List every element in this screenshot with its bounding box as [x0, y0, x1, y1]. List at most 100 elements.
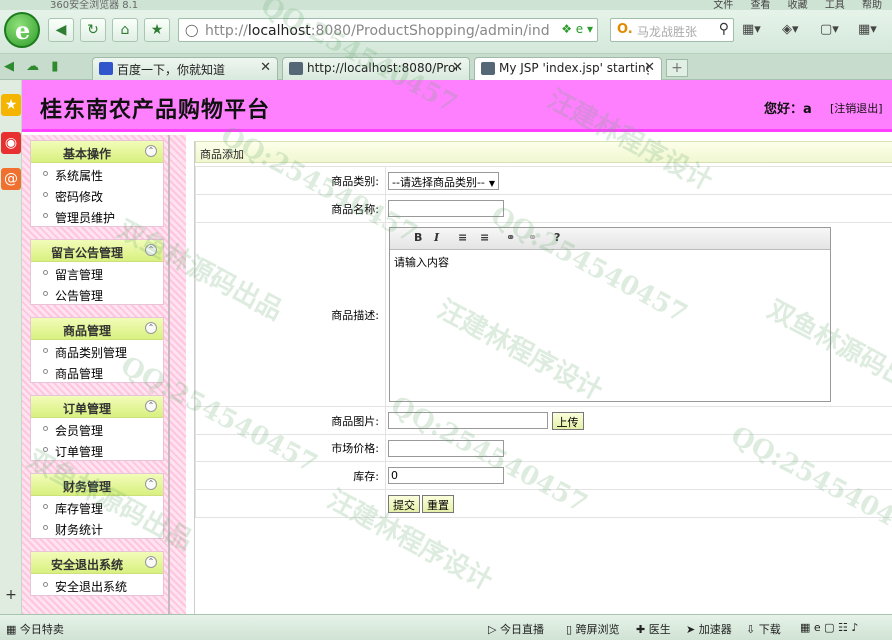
- address-url[interactable]: http://localhost:8080/ProductShopping/ad…: [205, 23, 550, 39]
- browser-statusbar: ▦ 今日特卖 ▷ 今日直播 ▯ 跨屏浏览 ✚ 医生 ➤ 加速器 ⇩ 下载 ▦ e…: [0, 614, 892, 640]
- status-doctor[interactable]: ✚ 医生: [636, 621, 671, 637]
- baidu-favicon-icon: [99, 62, 113, 75]
- product-image-input[interactable]: [388, 412, 548, 429]
- menu-group-header[interactable]: 安全退出系统 ⌃: [31, 552, 163, 574]
- tab-bar: ◀ ☁ ▮ 百度一下，你就知道 ✕ http://localhost:8080/…: [0, 54, 892, 80]
- close-tab-icon[interactable]: ✕: [452, 60, 463, 75]
- menu-group-header[interactable]: 留言公告管理 ⌃: [31, 240, 163, 262]
- safety-icon[interactable]: ◈▾: [782, 22, 799, 37]
- upload-button[interactable]: 上传: [551, 411, 584, 430]
- tab-baidu[interactable]: 百度一下，你就知道 ✕: [92, 57, 278, 80]
- status-cross-screen[interactable]: ▯ 跨屏浏览: [566, 621, 620, 637]
- user-greeting: 您好：a: [764, 102, 812, 117]
- menu-file[interactable]: 文件: [713, 0, 733, 10]
- status-download[interactable]: ⇩ 下载: [746, 621, 781, 637]
- menu-group-exit: 安全退出系统 ⌃ 安全退出系统: [30, 551, 164, 596]
- unlink-icon[interactable]: ⚭: [528, 231, 537, 244]
- search-box[interactable]: O. 马龙战胜张 ⚲: [610, 18, 734, 42]
- mail-icon[interactable]: @: [1, 168, 21, 190]
- page-favicon-icon: [481, 62, 495, 75]
- status-accelerator[interactable]: ➤ 加速器: [686, 621, 732, 637]
- market-price-input[interactable]: [388, 439, 504, 457]
- help-icon[interactable]: ?: [554, 231, 560, 244]
- product-add-form: 商品类别: --请选择商品类别--▼ 商品名称: 商品描述: B I ≡ ≡: [195, 166, 892, 518]
- menu-group-header[interactable]: 商品管理 ⌃: [31, 318, 163, 340]
- product-desc-label: 商品描述:: [195, 222, 386, 407]
- collapse-icon[interactable]: ⌃: [145, 145, 157, 157]
- editor-content[interactable]: 请输入内容: [394, 254, 449, 270]
- menu-item-products[interactable]: 商品管理: [31, 361, 163, 382]
- menu-item-admin[interactable]: 管理员维护: [31, 205, 163, 226]
- submit-button[interactable]: 提交: [388, 494, 420, 513]
- new-tab-button[interactable]: +: [666, 59, 688, 77]
- menu-group-header[interactable]: 订单管理 ⌃: [31, 396, 163, 418]
- menu-tools[interactable]: 工具: [825, 0, 845, 10]
- menu-item-members[interactable]: 会员管理: [31, 418, 163, 439]
- logout-link[interactable]: [注销退出]: [830, 100, 883, 116]
- main-content: 商品添加 商品类别: --请选择商品类别-- ▼ 商品名称: 商品描述: B I …: [194, 141, 892, 614]
- home-button[interactable]: ⌂: [112, 18, 138, 42]
- menu-item-notices[interactable]: 公告管理: [31, 283, 163, 304]
- menu-view[interactable]: 查看: [750, 0, 770, 10]
- collapse-icon[interactable]: ⌃: [145, 478, 157, 490]
- italic-button[interactable]: I: [434, 231, 439, 244]
- bold-button[interactable]: B: [414, 231, 422, 244]
- search-input[interactable]: 马龙战胜张: [637, 23, 697, 40]
- menu-item-exit[interactable]: 安全退出系统: [31, 574, 163, 595]
- menu-item-system-properties[interactable]: 系统属性: [31, 163, 163, 184]
- favorites-star-icon[interactable]: ★: [1, 94, 21, 116]
- status-tray-icons[interactable]: ▦ e ▢ ☷ ♪: [800, 621, 858, 634]
- apps-icon[interactable]: ▦▾: [742, 22, 761, 37]
- back-button[interactable]: ◀: [48, 18, 74, 42]
- unordered-list-icon[interactable]: ≡: [480, 231, 489, 244]
- menu-group-messages: 留言公告管理 ⌃ 留言管理 公告管理: [30, 239, 164, 305]
- refresh-button[interactable]: ↻: [80, 18, 106, 42]
- admin-sidebar: 基本操作 ⌃ 系统属性 密码修改 管理员维护 留言公告管理 ⌃ 留言管理 公告管理 …: [22, 135, 186, 614]
- reset-button[interactable]: 重置: [422, 494, 454, 513]
- menu-group-header[interactable]: 财务管理 ⌃: [31, 474, 163, 496]
- collapse-icon[interactable]: ⌃: [145, 322, 157, 334]
- collapse-icon[interactable]: ⌃: [145, 556, 157, 568]
- category-select[interactable]: --请选择商品类别-- ▼: [388, 171, 500, 190]
- ordered-list-icon[interactable]: ≡: [458, 231, 467, 244]
- menu-item-password[interactable]: 密码修改: [31, 184, 163, 205]
- tab-localhost[interactable]: http://localhost:8080/Produ ✕: [282, 57, 470, 80]
- collapse-icon[interactable]: ⌃: [145, 400, 157, 412]
- add-sidebar-icon[interactable]: +: [1, 584, 21, 606]
- search-engine-icon[interactable]: O.: [617, 22, 633, 37]
- favorite-star-button[interactable]: ★: [144, 18, 170, 42]
- weibo-icon[interactable]: ◉: [1, 132, 21, 154]
- menu-item-product-categories[interactable]: 商品类别管理: [31, 340, 163, 361]
- tab-active-jsp[interactable]: My JSP 'index.jsp' starting p ✕: [474, 57, 662, 80]
- site-header: 桂东南农产品购物平台 您好：a [注销退出]: [22, 80, 892, 132]
- rich-text-editor[interactable]: B I ≡ ≡ ⚭ ⚭ ? 请输入内容: [389, 227, 831, 402]
- search-icon[interactable]: ⚲: [719, 21, 729, 37]
- close-tab-icon[interactable]: ✕: [260, 60, 271, 75]
- status-live[interactable]: ▷ 今日直播: [488, 621, 544, 637]
- chevron-down-icon: ▼: [488, 178, 496, 188]
- menu-item-orders[interactable]: 订单管理: [31, 439, 163, 460]
- address-tools-icon[interactable]: ❖ e ▾: [561, 22, 593, 36]
- pdf-icon[interactable]: ▢▾: [820, 22, 839, 37]
- address-bar[interactable]: ◯ http://localhost:8080/ProductShopping/…: [178, 18, 598, 42]
- menu-favorites[interactable]: 收藏: [788, 0, 808, 10]
- status-left-icon[interactable]: ▦ 今日特卖: [6, 621, 64, 637]
- breadcrumb: 商品添加: [195, 141, 892, 163]
- link-icon[interactable]: ⚭: [506, 231, 515, 244]
- tab-bar-icons[interactable]: ◀ ☁ ▮: [4, 59, 58, 74]
- menu-item-messages[interactable]: 留言管理: [31, 262, 163, 283]
- menu-group-products: 商品管理 ⌃ 商品类别管理 商品管理: [30, 317, 164, 383]
- menu-help[interactable]: 帮助: [862, 0, 882, 10]
- product-name-input[interactable]: [388, 200, 504, 217]
- browser-menu[interactable]: 文件 查看 收藏 工具 帮助: [713, 0, 882, 10]
- menu-item-finance-stats[interactable]: 财务统计: [31, 517, 163, 538]
- collapse-icon[interactable]: ⌃: [145, 244, 157, 256]
- product-image-label: 商品图片:: [195, 406, 386, 435]
- menu-group-header[interactable]: 基本操作 ⌃: [31, 141, 163, 163]
- close-tab-icon[interactable]: ✕: [644, 60, 655, 75]
- stock-input[interactable]: 0: [388, 467, 504, 484]
- page-viewport: 桂东南农产品购物平台 您好：a [注销退出] 基本操作 ⌃ 系统属性 密码修改 管…: [22, 80, 892, 614]
- browser-sidebar: ★ ◉ @ +: [0, 80, 22, 614]
- menu-item-inventory[interactable]: 库存管理: [31, 496, 163, 517]
- more-icon[interactable]: ▦▾: [858, 22, 877, 37]
